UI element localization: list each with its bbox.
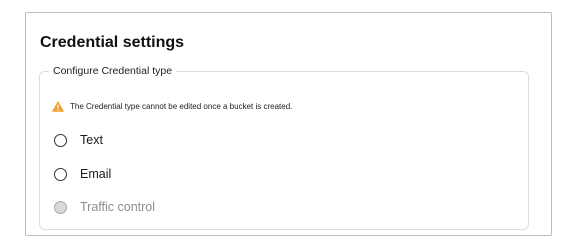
radio-label-traffic-control: Traffic control — [80, 200, 156, 214]
fieldset-legend: Configure Credential type — [49, 65, 177, 78]
radio-option-text[interactable]: Text — [54, 133, 103, 148]
warning-text: The Credential type cannot be edited onc… — [70, 102, 293, 111]
warning-triangle-icon — [52, 101, 64, 112]
credential-settings-card: Credential settings Configure Credential… — [25, 12, 552, 236]
radio-label-email: Email — [80, 167, 112, 181]
radio-button-email[interactable] — [54, 168, 67, 181]
credential-type-fieldset: Configure Credential type The Credential… — [39, 65, 529, 230]
radio-button-traffic-control — [54, 201, 67, 214]
radio-button-text[interactable] — [54, 134, 67, 147]
radio-option-traffic-control: Traffic control — [54, 200, 155, 215]
radio-option-email[interactable]: Email — [54, 167, 111, 182]
page-title: Credential settings — [40, 34, 185, 51]
radio-label-text: Text — [80, 133, 103, 147]
warning-message: The Credential type cannot be edited onc… — [52, 101, 292, 112]
